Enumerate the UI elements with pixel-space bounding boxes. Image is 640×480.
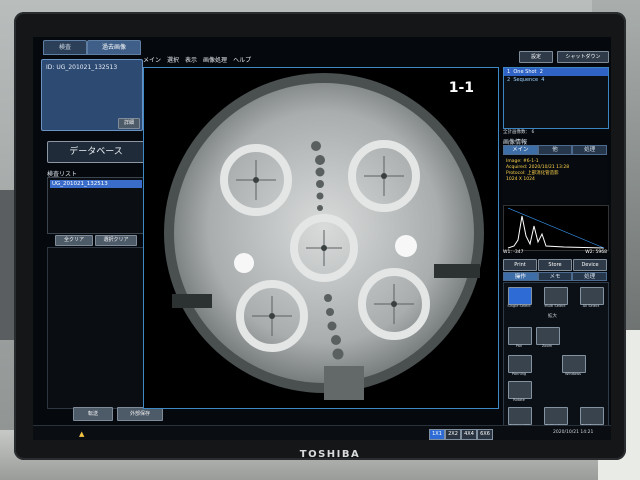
- database-button[interactable]: データベース: [47, 141, 145, 163]
- operation-panel: Single Select Multi Select All Select 拡大…: [503, 282, 609, 432]
- transfer-button[interactable]: 転送: [73, 407, 113, 421]
- menu-item-image-processing[interactable]: 画像処理: [203, 55, 227, 65]
- image-metadata: Image: #6-1-1 Acquired: 2020/10/21 13:28…: [503, 157, 607, 203]
- panning-button[interactable]: [508, 355, 532, 373]
- clamp: [172, 294, 212, 308]
- patient-id-label: ID: UG_201021_132513: [46, 64, 118, 71]
- sequence-row[interactable]: 2 Sequence 4: [504, 76, 608, 84]
- menu-item-select[interactable]: 選択: [167, 55, 179, 65]
- monitor-brand: TOSHIBA: [299, 449, 361, 460]
- layout-2x2-button[interactable]: 2X2: [445, 429, 461, 440]
- menu-item-help[interactable]: ヘルプ: [233, 55, 251, 65]
- tab-info-other[interactable]: 他: [537, 145, 573, 155]
- op-label: Multi Select: [544, 304, 566, 308]
- sub-frame-button[interactable]: [580, 407, 604, 425]
- op-label: Windows: [564, 372, 582, 376]
- settings-button[interactable]: 設定: [519, 51, 553, 63]
- layout-4x4-button[interactable]: 4X4: [461, 429, 477, 440]
- info-tabs: メイン 他 処理: [503, 145, 608, 155]
- operation-tabs: 操作 メモ 処理: [503, 272, 608, 281]
- windows-button[interactable]: [562, 355, 586, 373]
- device-button[interactable]: Device: [573, 259, 607, 271]
- clear-all-button[interactable]: 全クリア: [55, 235, 93, 246]
- histogram[interactable]: [503, 205, 609, 251]
- pan-button[interactable]: [508, 327, 532, 345]
- sequence-list: 1 One Shot 2 2 Sequence 4: [503, 67, 609, 129]
- store-button[interactable]: Store: [538, 259, 572, 271]
- all-select-button[interactable]: [580, 287, 604, 305]
- output-buttons: Print Store Device: [503, 259, 607, 271]
- bright-marker: [234, 253, 254, 273]
- print-button[interactable]: Print: [503, 259, 537, 271]
- op-label: All Select: [582, 304, 600, 308]
- tab-past-images[interactable]: 過去画像: [87, 40, 141, 55]
- status-bar: ▲ 1X1 2X2 4X4 6X6 2020/10/21 14:21: [33, 425, 611, 440]
- list-item[interactable]: UG_201021_132513: [50, 180, 142, 188]
- monitor-screen: 検査 過去画像 メイン 選択 表示 画像処理 ヘルプ ID: UG_201021…: [33, 37, 611, 440]
- image-count: 全計画像数： 6: [503, 130, 535, 135]
- calibration-button[interactable]: [544, 407, 568, 425]
- tab-info-processing[interactable]: 処理: [572, 145, 608, 155]
- menu-item-main[interactable]: メイン: [143, 55, 161, 65]
- clamp: [434, 264, 480, 278]
- datetime-label: 2020/10/21 14:21: [553, 430, 594, 435]
- tab-process[interactable]: 処理: [572, 272, 608, 281]
- left-empty-panel: [47, 247, 145, 409]
- menu-item-view[interactable]: 表示: [185, 55, 197, 65]
- single-select-button[interactable]: [508, 287, 532, 305]
- phantom-block: [324, 366, 364, 400]
- menu-bar: メイン 選択 表示 画像処理 ヘルプ: [143, 55, 503, 65]
- capture-all-button[interactable]: [508, 407, 532, 425]
- zoom-button[interactable]: [536, 327, 560, 345]
- xray-viewer[interactable]: 1-1: [143, 67, 499, 409]
- clear-selected-button[interactable]: 選択クリア: [95, 235, 137, 246]
- patient-id-panel: ID: UG_201021_132513 詳細: [41, 59, 143, 131]
- tab-info-main[interactable]: メイン: [503, 145, 538, 155]
- histogram-plot: [507, 207, 605, 249]
- tab-memo[interactable]: メモ: [537, 272, 573, 281]
- op-label: Panning: [511, 372, 527, 376]
- detail-button[interactable]: 詳細: [118, 118, 140, 129]
- op-label: Single Select: [507, 304, 531, 308]
- multi-select-button[interactable]: [544, 287, 568, 305]
- shutdown-button[interactable]: シャットダウン: [557, 51, 609, 63]
- histogram-values: W1: -347 W2: 5968: [503, 250, 607, 255]
- exam-list: UG_201021_132513: [47, 177, 145, 234]
- op-label: Pan: [515, 344, 523, 348]
- layout-1x1-button[interactable]: 1X1: [429, 429, 445, 440]
- op-label: Rotate: [513, 398, 525, 402]
- layout-6x6-button[interactable]: 6X6: [477, 429, 493, 440]
- sequence-row[interactable]: 1 One Shot 2: [504, 68, 608, 76]
- bright-marker: [395, 235, 417, 257]
- tab-operation[interactable]: 操作: [503, 272, 538, 281]
- rotate-button[interactable]: [508, 381, 532, 399]
- op-label: Zoom: [541, 344, 553, 348]
- warning-icon: ▲: [79, 430, 85, 438]
- tab-inspection[interactable]: 検査: [43, 40, 87, 55]
- frame-label: 1-1: [449, 80, 474, 96]
- xray-image: 1-1: [164, 73, 484, 400]
- zoom-section-label: 拡大: [548, 314, 557, 319]
- right-panel: 設定 シャットダウン 1 One Shot 2 2 Sequence 4 全計画…: [501, 51, 609, 432]
